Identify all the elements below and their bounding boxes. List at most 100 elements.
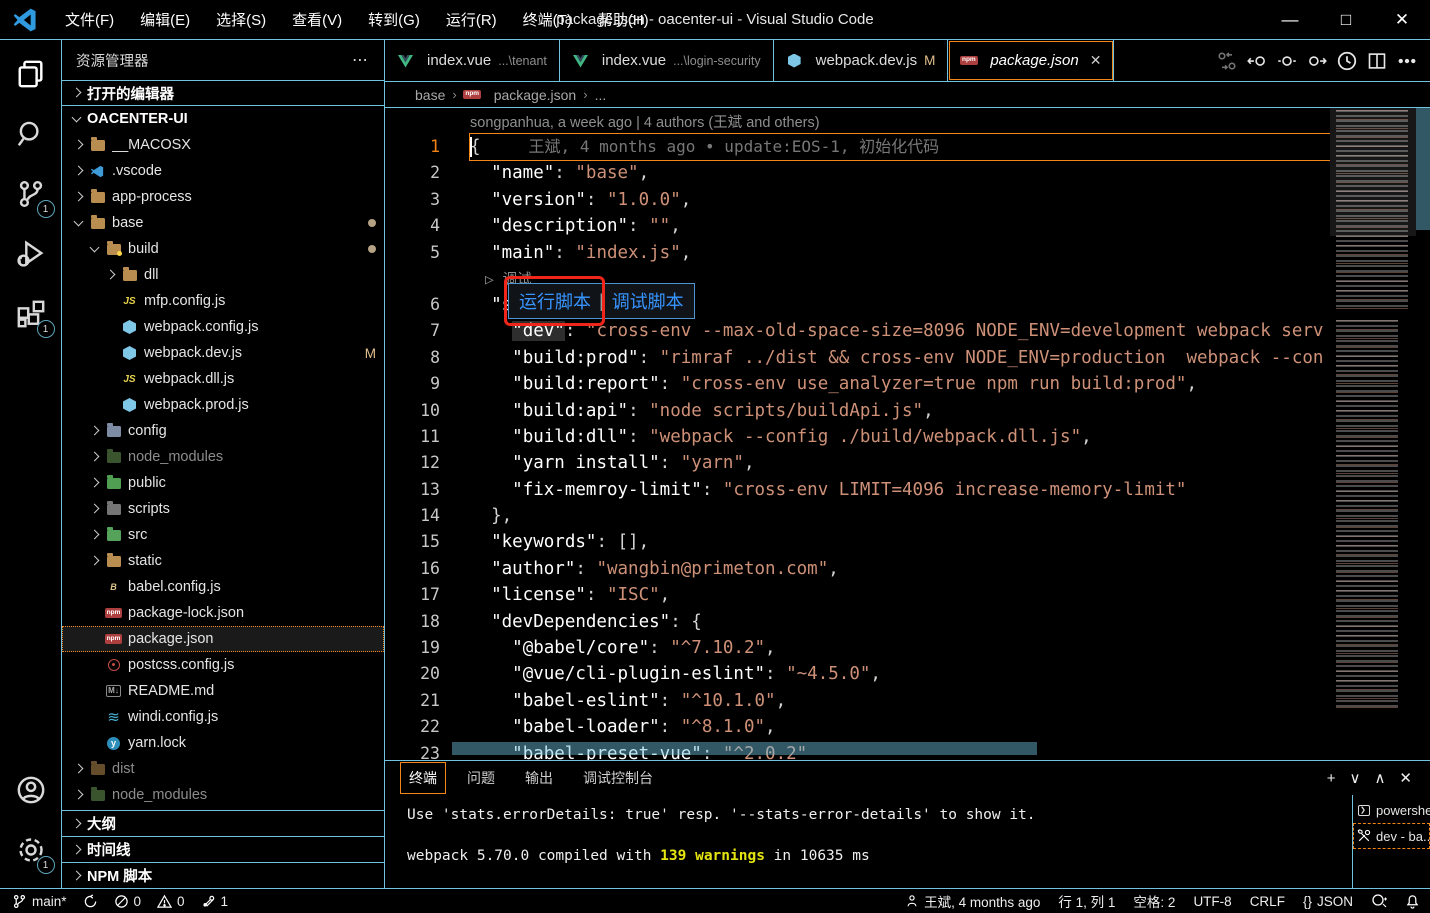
code-line-3[interactable]: 3 "version": "1.0.0", (385, 187, 1330, 213)
code-line-1[interactable]: 1{王斌, 4 months ago • update:EOS-1, 初始化代码 (385, 134, 1330, 160)
panel-tab-问题[interactable]: 问题 (459, 763, 503, 793)
code-line-10[interactable]: 10 "build:api": "node scripts/buildApi.j… (385, 398, 1330, 424)
terminal-instance-powershell[interactable]: ❯powershell (1353, 797, 1430, 823)
terminal-dropdown-icon[interactable]: ∨ (1349, 769, 1360, 787)
minimize-button[interactable]: — (1262, 0, 1318, 39)
status-notifications[interactable] (1405, 894, 1420, 909)
tree-item-app-process[interactable]: app-process (62, 184, 384, 210)
tab-package.json[interactable]: npmpackage.json✕ (948, 40, 1114, 81)
code-line-19[interactable]: 19 "@babel/core": "^7.10.2", (385, 635, 1330, 661)
activity-extensions[interactable]: 1 (7, 288, 55, 340)
terminal-output[interactable]: Use 'stats.errorDetails: true' resp. '--… (385, 795, 1352, 888)
tree-item-dll[interactable]: dll (62, 262, 384, 288)
close-button[interactable]: ✕ (1374, 0, 1430, 39)
activity-settings[interactable]: 1 (7, 824, 55, 876)
horizontal-scrollbar[interactable] (452, 742, 1037, 755)
split-editor-icon[interactable] (1364, 48, 1390, 74)
menu-item-0[interactable]: 文件(F) (52, 0, 127, 39)
tree-item-dist[interactable]: dist (62, 756, 384, 782)
tree-item-yarn.lock[interactable]: yyarn.lock (62, 730, 384, 756)
next-change-icon[interactable] (1304, 48, 1330, 74)
tree-item-mfp.config.js[interactable]: JSmfp.config.js (62, 288, 384, 314)
codelens-authors[interactable]: songpanhua, a week ago | 4 authors (王斌 a… (385, 108, 1330, 134)
code-line-22[interactable]: 22 "babel-loader": "^8.1.0", (385, 714, 1330, 740)
tree-item-config[interactable]: config (62, 418, 384, 444)
code-line-15[interactable]: 15 "keywords": [], (385, 529, 1330, 555)
code-line-13[interactable]: 13 "fix-memroy-limit": "cross-env LIMIT=… (385, 477, 1330, 503)
tab-index.vue[interactable]: index.vue...\login-security (560, 40, 774, 81)
code-line-16[interactable]: 16 "author": "wangbin@primeton.com", (385, 556, 1330, 582)
tree-item-.vscode[interactable]: .vscode (62, 158, 384, 184)
sidebar-more-actions-icon[interactable]: ⋯ (352, 50, 370, 70)
activity-search[interactable] (7, 108, 55, 160)
code-line-5[interactable]: 5 "main": "index.js", (385, 240, 1330, 266)
breadcrumb-item-package.json[interactable]: package.json (494, 87, 577, 103)
status-encoding[interactable]: UTF-8 (1193, 894, 1231, 909)
tree-item-node_modules[interactable]: node_modules (62, 444, 384, 470)
breadcrumb-item-base[interactable]: base (415, 87, 445, 103)
tree-item-webpack.prod.js[interactable]: webpack.prod.js (62, 392, 384, 418)
tree-item-node_modules[interactable]: node_modules (62, 782, 384, 808)
tree-item-package.json[interactable]: npmpackage.json (62, 626, 384, 652)
debug-script-link[interactable]: 调试脚本 (612, 288, 684, 314)
menu-item-4[interactable]: 转到(G) (355, 0, 433, 39)
tree-item-build[interactable]: build (62, 236, 384, 262)
status-git-branch[interactable]: main* (12, 894, 67, 909)
status-indentation[interactable]: 空格: 2 (1133, 891, 1175, 911)
code-line-12[interactable]: 12 "yarn install": "yarn", (385, 450, 1330, 476)
compare-changes-icon[interactable] (1214, 48, 1240, 74)
activity-source-control[interactable]: 1 (7, 168, 55, 220)
tree-item-postcss.config.js[interactable]: postcss.config.js (62, 652, 384, 678)
activity-run-debug[interactable] (7, 228, 55, 280)
code-line-17[interactable]: 17 "license": "ISC", (385, 582, 1330, 608)
tree-item-webpack.dev.js[interactable]: webpack.dev.jsM (62, 340, 384, 366)
breadcrumb-item-...[interactable]: ... (595, 87, 607, 103)
tree-item-public[interactable]: public (62, 470, 384, 496)
status-blame[interactable]: 王斌, 4 months ago (905, 891, 1040, 911)
code-line-18[interactable]: 18 "devDependencies": { (385, 609, 1330, 635)
menu-item-1[interactable]: 编辑(E) (127, 0, 203, 39)
current-change-icon[interactable] (1274, 48, 1300, 74)
menu-item-5[interactable]: 运行(R) (433, 0, 510, 39)
status-sync[interactable] (83, 894, 98, 909)
panel-tab-终端[interactable]: 终端 (401, 763, 445, 793)
status-cursor-position[interactable]: 行 1, 列 1 (1058, 891, 1115, 911)
menu-item-2[interactable]: 选择(S) (203, 0, 279, 39)
code-line-20[interactable]: 20 "@vue/cli-plugin-eslint": "~4.5.0", (385, 661, 1330, 687)
tree-item-webpack.dll.js[interactable]: JSwebpack.dll.js (62, 366, 384, 392)
status-errors[interactable]: 0 (114, 894, 142, 909)
terminal-instance-dev - ba... ([interactable]: dev - ba... ( (1353, 823, 1430, 849)
menu-item-3[interactable]: 查看(V) (279, 0, 355, 39)
code-line-9[interactable]: 9 "build:report": "cross-env use_analyze… (385, 371, 1330, 397)
status-warnings[interactable]: 0 (157, 894, 185, 909)
close-panel-icon[interactable]: ✕ (1399, 769, 1412, 787)
tree-item-package-lock.json[interactable]: npmpackage-lock.json (62, 600, 384, 626)
more-actions-icon[interactable] (1394, 48, 1420, 74)
maximize-button[interactable]: □ (1318, 0, 1374, 39)
activity-explorer[interactable] (7, 48, 55, 100)
code-line-4[interactable]: 4 "description": "", (385, 213, 1330, 239)
tree-item-src[interactable]: src (62, 522, 384, 548)
close-tab-icon[interactable]: ✕ (1090, 52, 1102, 69)
workspace-root-section[interactable]: OACENTER-UI (62, 106, 384, 132)
tab-webpack.dev.js[interactable]: webpack.dev.jsM (774, 40, 949, 81)
tree-item-__MACOSX[interactable]: __MACOSX (62, 132, 384, 158)
vertical-scrollbar[interactable] (1416, 108, 1430, 230)
status-feedback[interactable] (1371, 893, 1387, 909)
code-line-21[interactable]: 21 "babel-eslint": "^10.1.0", (385, 688, 1330, 714)
tree-item-babel.config.js[interactable]: Bbabel.config.js (62, 574, 384, 600)
code-line-2[interactable]: 2 "name": "base", (385, 160, 1330, 186)
code-line-11[interactable]: 11 "build:dll": "webpack --config ./buil… (385, 424, 1330, 450)
maximize-panel-icon[interactable]: ∧ (1374, 769, 1385, 787)
code-line-8[interactable]: 8 "build:prod": "rimraf ../dist && cross… (385, 345, 1330, 371)
editor[interactable]: songpanhua, a week ago | 4 authors (王斌 a… (385, 108, 1430, 760)
new-terminal-icon[interactable]: + (1327, 770, 1336, 787)
tab-index.vue[interactable]: index.vue...\tenant (385, 40, 560, 81)
tree-item-windi.config.js[interactable]: ≋windi.config.js (62, 704, 384, 730)
status-tasks[interactable]: 1 (201, 894, 229, 909)
tree-item-README.md[interactable]: M↓README.md (62, 678, 384, 704)
tree-item-webpack.config.js[interactable]: webpack.config.js (62, 314, 384, 340)
history-icon[interactable] (1334, 48, 1360, 74)
section-时间线[interactable]: 时间线 (62, 836, 384, 862)
panel-tab-输出[interactable]: 输出 (517, 763, 561, 793)
